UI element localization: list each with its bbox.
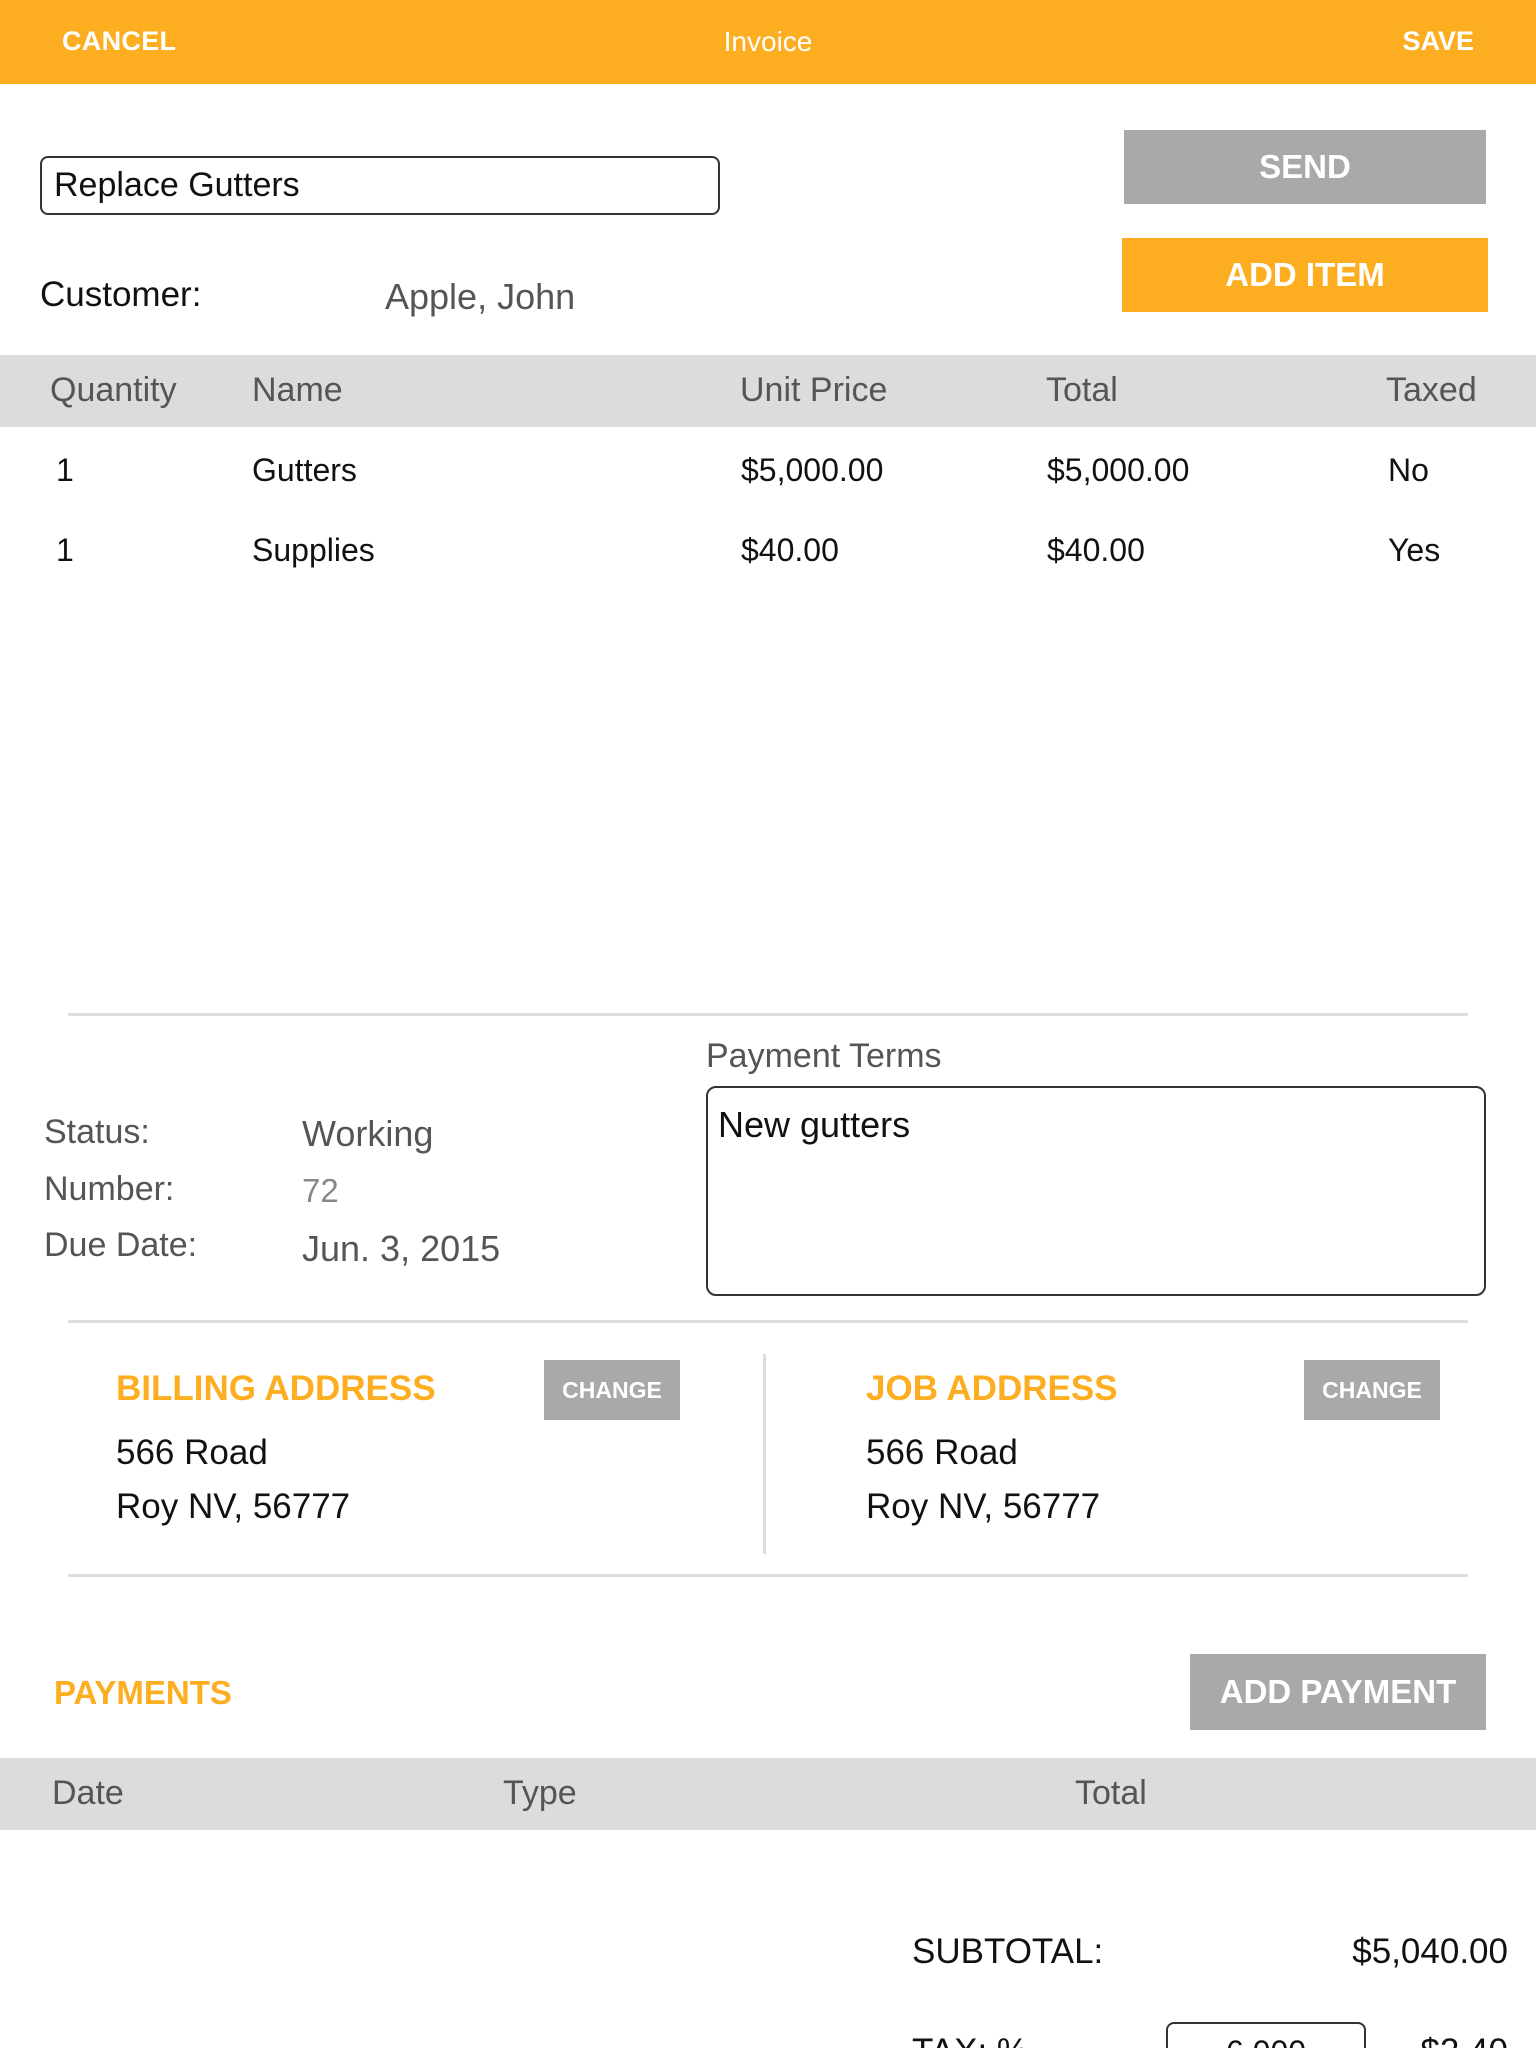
address-divider xyxy=(763,1354,766,1554)
subtotal-value: $5,040.00 xyxy=(1352,1932,1508,1971)
tax-value: $2.40 xyxy=(1420,2032,1508,2048)
payment-terms-label: Payment Terms xyxy=(706,1037,942,1075)
job-name-input[interactable] xyxy=(40,156,720,215)
section-divider xyxy=(68,1320,1468,1323)
add-item-button[interactable]: ADD ITEM xyxy=(1122,238,1488,312)
header-type: Type xyxy=(503,1774,577,1812)
row-quantity: 1 xyxy=(56,452,74,488)
status-label: Status: xyxy=(44,1113,150,1151)
job-address-line2: Roy NV, 56777 xyxy=(866,1487,1101,1526)
row-quantity: 1 xyxy=(56,532,74,568)
job-address-title: JOB ADDRESS xyxy=(866,1369,1118,1408)
row-name: Supplies xyxy=(252,532,375,568)
change-billing-address-button[interactable]: CHANGE xyxy=(544,1360,680,1420)
payment-terms-field[interactable]: New gutters xyxy=(706,1086,1486,1296)
job-address-line1: 566 Road xyxy=(866,1433,1018,1472)
row-unit-price: $5,000.00 xyxy=(741,452,884,488)
save-button[interactable]: SAVE xyxy=(1402,26,1474,57)
section-divider xyxy=(68,1574,1468,1577)
header-name: Name xyxy=(252,371,343,409)
payments-title: PAYMENTS xyxy=(54,1674,232,1711)
number-value: 72 xyxy=(302,1172,339,1209)
header-unit-price: Unit Price xyxy=(740,371,888,409)
tax-label: TAX: % xyxy=(912,2032,1028,2048)
top-nav-bar: CANCEL Invoice SAVE xyxy=(0,0,1536,84)
billing-address-line1: 566 Road xyxy=(116,1433,268,1472)
customer-value[interactable]: Apple, John xyxy=(385,276,575,318)
section-divider xyxy=(68,1013,1468,1016)
header-payment-total: Total xyxy=(1075,1774,1147,1812)
header-taxed: Taxed xyxy=(1386,371,1477,409)
page-title: Invoice xyxy=(723,26,813,57)
row-name: Gutters xyxy=(252,452,357,488)
send-button[interactable]: SEND xyxy=(1124,130,1486,204)
due-date-value[interactable]: Jun. 3, 2015 xyxy=(302,1228,500,1270)
due-date-label: Due Date: xyxy=(44,1226,198,1264)
billing-address-title: BILLING ADDRESS xyxy=(116,1369,436,1408)
items-table-header: Quantity Name Unit Price Total Taxed xyxy=(0,355,1536,427)
change-job-address-button[interactable]: CHANGE xyxy=(1304,1360,1440,1420)
table-row[interactable]: 1 Supplies $40.00 $40.00 Yes xyxy=(0,532,1536,592)
add-payment-button[interactable]: ADD PAYMENT xyxy=(1190,1654,1486,1730)
payments-table-header: Date Type Total xyxy=(0,1758,1536,1830)
row-total: $5,000.00 xyxy=(1047,452,1190,488)
row-taxed: No xyxy=(1388,452,1429,488)
header-date: Date xyxy=(52,1774,124,1812)
table-row[interactable]: 1 Gutters $5,000.00 $5,000.00 No xyxy=(0,452,1536,512)
header-quantity: Quantity xyxy=(50,371,177,409)
row-total: $40.00 xyxy=(1047,532,1145,568)
row-unit-price: $40.00 xyxy=(741,532,839,568)
number-label: Number: xyxy=(44,1170,175,1208)
header-total: Total xyxy=(1046,371,1118,409)
status-value[interactable]: Working xyxy=(302,1113,433,1155)
tax-rate-input[interactable] xyxy=(1166,2022,1366,2048)
subtotal-label: SUBTOTAL: xyxy=(912,1932,1104,1971)
billing-address-line2: Roy NV, 56777 xyxy=(116,1487,351,1526)
customer-label: Customer: xyxy=(40,275,202,314)
row-taxed: Yes xyxy=(1388,532,1441,568)
